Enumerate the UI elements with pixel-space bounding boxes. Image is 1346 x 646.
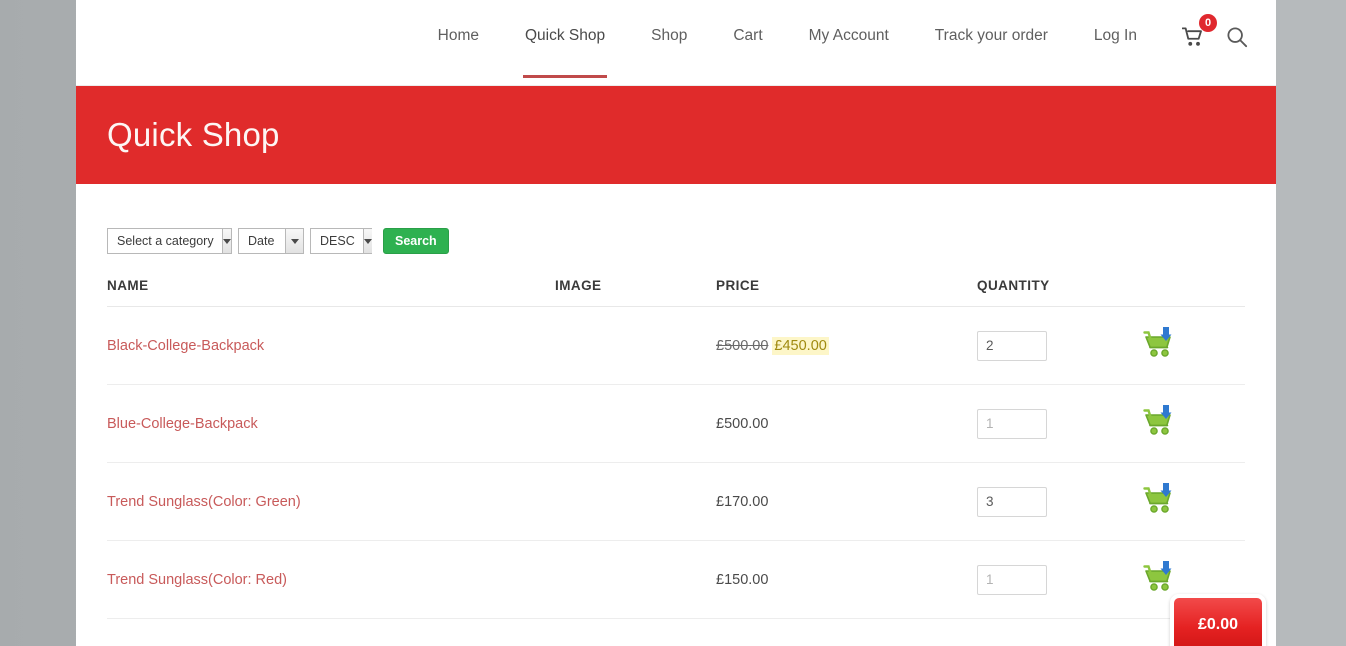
product-price-cell: £170.00: [716, 462, 977, 541]
product-price-cell: £150.00: [716, 540, 977, 619]
price-regular: £170.00: [716, 493, 769, 510]
column-header-action: [1143, 278, 1245, 307]
column-header-quantity: QUANTITY: [977, 278, 1143, 307]
table-row: Blue-College-Backpack £500.00: [107, 384, 1245, 463]
quantity-input[interactable]: [977, 486, 1047, 517]
category-select[interactable]: Select a category: [107, 228, 232, 254]
product-price-cell: £500.00: [716, 384, 977, 463]
order-direction-select-value: DESC: [320, 234, 355, 248]
nav-item-log-in[interactable]: Log In: [1094, 26, 1137, 78]
products-table: NAME IMAGE PRICE QUANTITY Black-College-…: [107, 278, 1245, 619]
nav-item-home[interactable]: Home: [438, 26, 479, 78]
product-image-cell: [555, 462, 716, 541]
add-to-cart-icon: [1143, 483, 1172, 513]
product-price-cell: £500.00 £450.00: [716, 306, 977, 385]
search-icon: [1227, 27, 1248, 48]
main-navigation: Home Quick Shop Shop Cart My Account Tra…: [415, 0, 1250, 85]
nav-item-my-account[interactable]: My Account: [809, 26, 889, 78]
price: £150.00: [716, 572, 768, 588]
product-quantity-cell: [977, 384, 1143, 463]
nav-item-track-your-order[interactable]: Track your order: [935, 26, 1048, 78]
price: £170.00: [716, 494, 768, 510]
table-row: Trend Sunglass(Color: Red) £150.00: [107, 540, 1245, 619]
nav-item-cart[interactable]: Cart: [733, 26, 762, 78]
order-direction-select[interactable]: DESC: [310, 228, 372, 254]
price: £500.00: [716, 416, 768, 432]
add-to-cart-icon: [1143, 327, 1172, 357]
chevron-down-icon: [221, 229, 231, 253]
column-header-name: NAME: [107, 278, 555, 307]
table-row: Black-College-Backpack £500.00 £450.00: [107, 306, 1245, 385]
cart-count-badge: 0: [1199, 14, 1217, 32]
page-container: Home Quick Shop Shop Cart My Account Tra…: [76, 0, 1276, 646]
quantity-input[interactable]: [977, 330, 1047, 361]
product-name-cell: Trend Sunglass(Color: Green): [107, 462, 555, 541]
header-icons: 0: [1174, 14, 1250, 80]
price-regular: £150.00: [716, 571, 769, 588]
product-name-cell: Blue-College-Backpack: [107, 384, 555, 463]
nav-item-shop[interactable]: Shop: [651, 26, 687, 78]
product-quantity-cell: [977, 306, 1143, 385]
table-header-row: NAME IMAGE PRICE QUANTITY: [107, 278, 1245, 307]
product-link[interactable]: Blue-College-Backpack: [107, 416, 258, 432]
floating-cart-widget[interactable]: £0.00: [1170, 552, 1266, 646]
main-content: Select a category Date DESC Search NAME …: [76, 184, 1276, 619]
column-header-image: IMAGE: [555, 278, 716, 307]
chevron-down-icon: [285, 229, 303, 253]
product-link[interactable]: Trend Sunglass(Color: Green): [107, 494, 301, 510]
header-cart-button[interactable]: 0: [1181, 14, 1217, 47]
product-link[interactable]: Trend Sunglass(Color: Red): [107, 572, 287, 588]
chevron-down-icon: [362, 229, 372, 253]
site-header: Home Quick Shop Shop Cart My Account Tra…: [76, 0, 1276, 86]
product-action-cell: [1143, 462, 1245, 541]
quantity-input[interactable]: [977, 564, 1047, 595]
product-name-cell: Black-College-Backpack: [107, 306, 555, 385]
price: £500.00 £450.00: [716, 336, 829, 355]
price-regular: £500.00: [716, 415, 769, 432]
product-quantity-cell: [977, 540, 1143, 619]
floating-cart-total: £0.00: [1197, 616, 1239, 633]
quantity-input[interactable]: [977, 408, 1047, 439]
add-to-cart-button[interactable]: [1143, 482, 1181, 516]
floating-cart-total-wrap: £0.00: [1170, 594, 1266, 646]
header-search-button[interactable]: [1226, 26, 1248, 48]
product-quantity-cell: [977, 462, 1143, 541]
add-to-cart-button[interactable]: [1143, 326, 1181, 360]
product-image-cell: [555, 384, 716, 463]
column-header-price: PRICE: [716, 278, 977, 307]
nav-item-quick-shop[interactable]: Quick Shop: [522, 26, 608, 78]
table-row: Trend Sunglass(Color: Green) £170.00: [107, 462, 1245, 541]
product-image-cell: [555, 306, 716, 385]
shopping-cart-icon: [1181, 27, 1202, 46]
price-sale: £450.00: [772, 336, 829, 355]
price-regular: £500.00: [716, 337, 769, 354]
page-title: Quick Shop: [107, 116, 280, 153]
filter-bar: Select a category Date DESC Search: [107, 228, 1245, 254]
add-to-cart-button[interactable]: [1143, 404, 1181, 438]
category-select-value: Select a category: [117, 234, 214, 248]
page-title-banner: Quick Shop: [76, 86, 1276, 184]
orderby-select[interactable]: Date: [238, 228, 304, 254]
product-action-cell: [1143, 384, 1245, 463]
product-image-cell: [555, 540, 716, 619]
add-to-cart-icon: [1143, 405, 1172, 435]
search-button[interactable]: Search: [383, 228, 449, 254]
orderby-select-value: Date: [248, 234, 275, 248]
product-name-cell: Trend Sunglass(Color: Red): [107, 540, 555, 619]
product-action-cell: [1143, 306, 1245, 385]
product-link[interactable]: Black-College-Backpack: [107, 338, 264, 354]
